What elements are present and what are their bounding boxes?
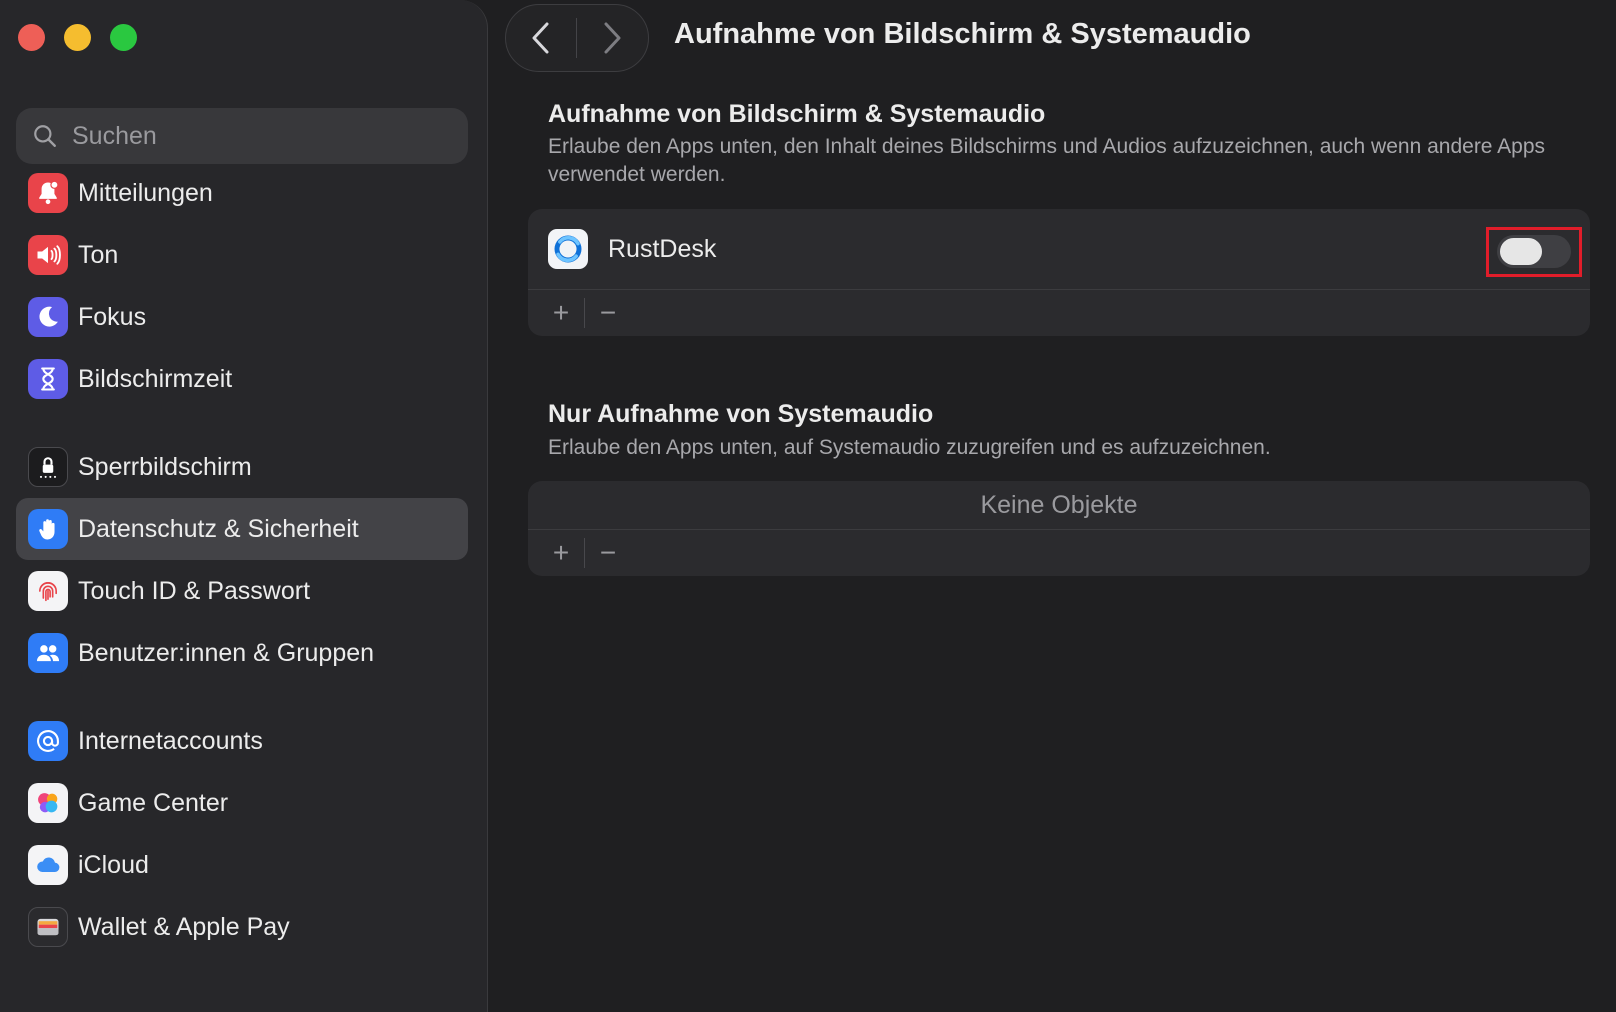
search-field[interactable] — [16, 108, 468, 164]
search-input[interactable] — [70, 120, 454, 152]
sidebar-item-label: Touch ID & Passwort — [78, 576, 311, 605]
sidebar-item-sperrbildschirm[interactable]: Sperrbildschirm — [16, 436, 468, 498]
sidebar-item-internetaccounts[interactable]: Internetaccounts — [16, 710, 468, 772]
list-footer: + − — [528, 290, 1590, 336]
toggle-knob — [1500, 238, 1542, 265]
sidebar-item-label: Game Center — [78, 788, 229, 817]
sidebar-item-label: Internetaccounts — [78, 726, 263, 755]
sidebar-item-label: Datenschutz & Sicherheit — [78, 514, 359, 543]
wallet-icon — [28, 907, 68, 947]
sidebar-item-datenschutz[interactable]: Datenschutz & Sicherheit — [16, 498, 468, 560]
history-nav — [505, 4, 649, 72]
sidebar-item-label: Benutzer:innen & Gruppen — [78, 638, 375, 667]
minimize-window-button[interactable] — [64, 24, 91, 51]
page-title: Aufnahme von Bildschirm & Systemaudio — [674, 18, 1251, 50]
section-screen-audio-description: Erlaube den Apps unten, den Inhalt deine… — [548, 135, 1546, 186]
sidebar-item-fokus[interactable]: Fokus — [16, 286, 468, 348]
sidebar-item-label: Ton — [78, 240, 119, 269]
rustdesk-permission-toggle[interactable] — [1497, 235, 1571, 268]
sidebar-item-label: Fokus — [78, 302, 147, 331]
section-system-audio-description: Erlaube den Apps unten, auf Systemaudio … — [548, 436, 1271, 459]
sidebar-item-ton[interactable]: Ton — [16, 224, 468, 286]
sidebar-item-icloud[interactable]: iCloud — [16, 834, 468, 896]
sidebar-item-benutzer[interactable]: Benutzer:innen & Gruppen — [16, 622, 468, 684]
speaker-icon — [28, 235, 68, 275]
window-controls — [18, 24, 137, 51]
sidebar-item-label: Wallet & Apple Pay — [78, 912, 290, 941]
moon-icon — [28, 297, 68, 337]
empty-list-placeholder: Keine Objekte — [528, 481, 1590, 530]
remove-app-button[interactable]: − — [589, 535, 627, 571]
app-name: RustDesk — [608, 234, 717, 263]
back-button[interactable] — [506, 5, 576, 71]
cloud-icon — [28, 845, 68, 885]
section-system-audio-title: Nur Aufnahme von Systemaudio — [548, 400, 934, 428]
section-screen-audio-title: Aufnahme von Bildschirm & Systemaudio — [548, 100, 1046, 128]
sidebar-item-bildschirmzeit[interactable]: Bildschirmzeit — [16, 348, 468, 410]
lock-icon — [28, 447, 68, 487]
hourglass-icon — [28, 359, 68, 399]
bell-icon — [28, 173, 68, 213]
sidebar-item-game-center[interactable]: Game Center — [16, 772, 468, 834]
zoom-window-button[interactable] — [110, 24, 137, 51]
fingerprint-icon — [28, 571, 68, 611]
sidebar-item-label: iCloud — [78, 850, 149, 879]
add-app-button[interactable]: + — [542, 535, 580, 571]
sidebar-item-wallet[interactable]: Wallet & Apple Pay — [16, 896, 468, 958]
sidebar-item-label: Mitteilungen — [78, 178, 213, 207]
remove-app-button[interactable]: − — [589, 295, 627, 331]
footer-separator — [584, 298, 585, 328]
sidebar-item-touch-id[interactable]: Touch ID & Passwort — [16, 560, 468, 622]
footer-separator — [584, 538, 585, 568]
screen-audio-app-list: RustDesk + − — [528, 209, 1590, 336]
add-app-button[interactable]: + — [542, 295, 580, 331]
users-icon — [28, 633, 68, 673]
list-footer: + − — [528, 530, 1590, 576]
sidebar: Mitteilungen Ton Fokus Bildschirmzeit Sp… — [0, 0, 488, 1012]
sidebar-item-label: Bildschirmzeit — [78, 364, 233, 393]
rustdesk-app-icon — [548, 229, 588, 269]
sidebar-item-label: Sperrbildschirm — [78, 452, 252, 481]
at-icon — [28, 721, 68, 761]
chevron-left-icon — [532, 22, 549, 54]
hand-icon — [28, 509, 68, 549]
search-icon — [34, 125, 56, 147]
sidebar-item-mitteilungen[interactable]: Mitteilungen — [16, 162, 468, 224]
chevron-right-icon — [604, 22, 621, 54]
forward-button[interactable] — [577, 5, 647, 71]
game-center-icon — [28, 783, 68, 823]
close-window-button[interactable] — [18, 24, 45, 51]
app-row-rustdesk: RustDesk — [528, 209, 1590, 290]
system-audio-app-list: Keine Objekte + − — [528, 481, 1590, 576]
